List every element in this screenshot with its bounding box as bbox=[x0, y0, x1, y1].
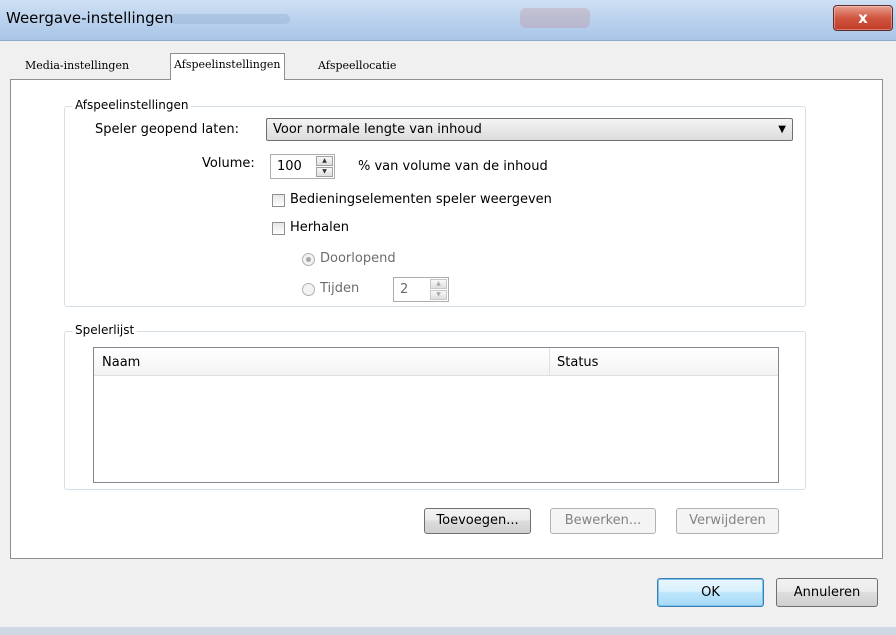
title-bar-blur bbox=[170, 14, 290, 24]
repeat-checkbox[interactable] bbox=[272, 222, 285, 235]
column-divider[interactable] bbox=[549, 348, 550, 375]
ok-button[interactable]: OK bbox=[657, 578, 764, 607]
volume-label: Volume: bbox=[202, 156, 255, 171]
window-title: Weergave-instellingen bbox=[6, 9, 174, 27]
chevron-down-icon: ▼ bbox=[778, 124, 786, 135]
times-down-arrow-icon[interactable]: ▼ bbox=[430, 290, 447, 300]
times-stepper[interactable]: 2 ▲ ▼ bbox=[393, 277, 449, 302]
volume-suffix: % van volume van de inhoud bbox=[358, 159, 548, 174]
repeat-label[interactable]: Herhalen bbox=[290, 220, 349, 235]
player-list-header: Naam Status bbox=[94, 348, 778, 376]
show-controls-checkbox[interactable] bbox=[272, 194, 285, 207]
tab-afspeelinstellingen[interactable]: Afspeelinstellingen bbox=[170, 53, 285, 80]
continuous-label[interactable]: Doorlopend bbox=[320, 251, 396, 266]
tab-afspeellocatie[interactable]: Afspeellocatie bbox=[315, 55, 399, 79]
times-value: 2 bbox=[400, 282, 409, 297]
volume-stepper[interactable]: 100 ▲ ▼ bbox=[270, 154, 335, 179]
keep-open-dropdown[interactable]: Voor normale lengte van inhoud ▼ bbox=[266, 118, 793, 141]
keep-open-label: Speler geopend laten: bbox=[95, 122, 239, 137]
edit-button[interactable]: Bewerken... bbox=[550, 508, 656, 534]
playerlist-group-title: Spelerlijst bbox=[72, 323, 138, 337]
volume-up-arrow-icon[interactable]: ▲ bbox=[316, 156, 333, 166]
column-header-status[interactable]: Status bbox=[557, 355, 598, 370]
column-header-naam[interactable]: Naam bbox=[102, 355, 140, 370]
title-bar-blur bbox=[520, 8, 590, 28]
player-list[interactable]: Naam Status bbox=[93, 347, 779, 483]
show-controls-label[interactable]: Bedieningselementen speler weergeven bbox=[290, 192, 552, 207]
volume-down-arrow-icon[interactable]: ▼ bbox=[316, 167, 333, 177]
window-bottom-edge bbox=[0, 627, 896, 635]
tab-media-instellingen[interactable]: Media-instellingen bbox=[22, 55, 132, 79]
times-radio[interactable] bbox=[302, 283, 315, 296]
volume-value: 100 bbox=[277, 159, 302, 174]
delete-button[interactable]: Verwijderen bbox=[676, 508, 779, 534]
times-up-arrow-icon[interactable]: ▲ bbox=[430, 279, 447, 289]
close-button[interactable]: x bbox=[833, 5, 893, 31]
continuous-radio[interactable] bbox=[302, 253, 315, 266]
add-button[interactable]: Toevoegen... bbox=[424, 508, 531, 534]
playback-group-title: Afspeelinstellingen bbox=[72, 98, 192, 112]
keep-open-value: Voor normale lengte van inhoud bbox=[273, 122, 482, 137]
title-bar: Weergave-instellingen x bbox=[0, 0, 896, 41]
cancel-button[interactable]: Annuleren bbox=[776, 578, 878, 607]
times-label[interactable]: Tijden bbox=[320, 281, 359, 296]
close-icon: x bbox=[858, 9, 868, 27]
